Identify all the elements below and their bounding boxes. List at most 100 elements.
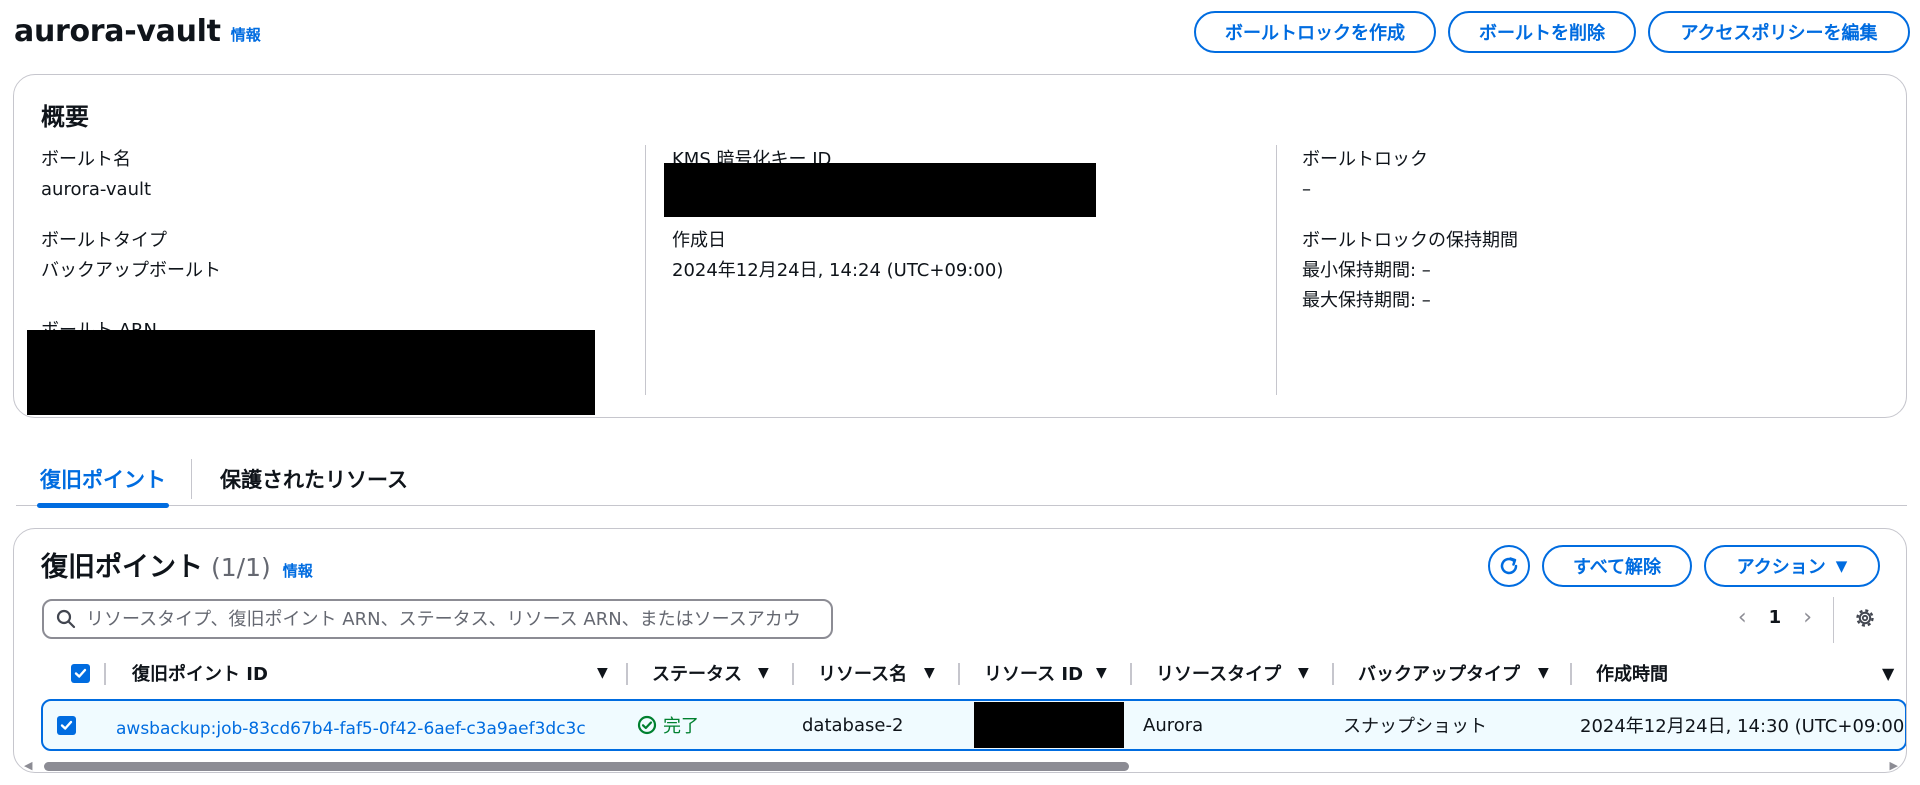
column-label: リソース ID <box>984 664 1084 685</box>
vault-lock-label: ボールトロック <box>1302 149 1428 170</box>
delete-vault-button[interactable]: ボールトを削除 <box>1448 11 1636 53</box>
checkbox[interactable] <box>71 663 90 683</box>
column-header-status[interactable]: ステータス <box>652 651 742 695</box>
redacted-kms-key <box>664 163 1096 217</box>
column-divider <box>1130 663 1132 685</box>
edit-access-policy-button[interactable]: アクセスポリシーを編集 <box>1648 11 1910 53</box>
overview-column-3: ボールトロック – ボールトロックの保持期間 最小保持期間: – 最大保持期間:… <box>1302 145 1902 337</box>
recovery-points-count: (1/1) <box>211 553 271 582</box>
recovery-point-id-link[interactable]: awsbackup:job-83cd67b4-faf5-0f42-6aef-c3… <box>116 705 586 753</box>
check-icon <box>60 720 73 730</box>
backup-type-cell: スナップショット <box>1343 716 1487 737</box>
tab-divider <box>191 459 192 499</box>
clear-all-button[interactable]: すべて解除 <box>1542 545 1692 587</box>
page-header: aurora-vault 情報 <box>14 8 261 54</box>
created-value: 2024年12月24日, 14:24 (UTC+09:00) <box>672 260 1004 281</box>
scrollbar-thumb[interactable] <box>44 762 1129 771</box>
vault-type-label: ボールトタイプ <box>41 230 167 251</box>
create-vault-lock-button[interactable]: ボールトロックを作成 <box>1194 11 1436 53</box>
column-divider <box>1570 663 1572 685</box>
column-header-creation-time[interactable]: 作成時間 <box>1596 651 1668 695</box>
sort-icon[interactable]: ▼ <box>924 651 935 695</box>
sort-icon[interactable]: ▼ <box>1538 651 1549 695</box>
column-label: リソース名 <box>818 664 908 685</box>
column-header-resource-name[interactable]: リソース名 <box>818 651 907 695</box>
actions-dropdown[interactable]: アクション ▼ <box>1704 545 1880 587</box>
sort-icon[interactable]: ▼ <box>1298 651 1309 695</box>
column-divider <box>626 663 628 685</box>
status-cell: 完了 <box>637 701 699 749</box>
recovery-points-actions: すべて解除 アクション ▼ <box>1488 545 1880 587</box>
column-label: ステータス <box>652 664 742 685</box>
vault-type-field: ボールトタイプ バックアップボールト <box>41 226 641 286</box>
resource-name-cell: database-2 <box>802 714 904 736</box>
refresh-icon <box>1500 557 1518 575</box>
actions-label: アクション <box>1736 557 1826 578</box>
table-row[interactable]: awsbackup:job-83cd67b4-faf5-0f42-6aef-c3… <box>41 699 1907 753</box>
sort-icon[interactable]: ▼ <box>597 651 608 695</box>
active-tab-indicator <box>37 503 169 508</box>
column-divider <box>104 663 106 685</box>
column-divider <box>1332 663 1334 685</box>
scroll-left-icon[interactable]: ◀ <box>24 759 32 772</box>
created-label: 作成日 <box>672 230 726 251</box>
info-link[interactable]: 情報 <box>283 560 313 581</box>
search-box <box>42 599 833 639</box>
scroll-right-icon[interactable]: ▶ <box>1890 759 1898 772</box>
retention-label: ボールトロックの保持期間 <box>1302 230 1518 251</box>
max-retention-value: 最大保持期間: – <box>1302 290 1431 311</box>
min-retention-value: 最小保持期間: – <box>1302 260 1431 281</box>
vault-type-value: バックアップボールト <box>41 260 221 281</box>
redacted-resource-id <box>974 702 1124 748</box>
select-all-checkbox[interactable] <box>71 651 90 695</box>
sort-icon[interactable]: ▼ <box>758 651 769 695</box>
vault-name-value: aurora-vault <box>41 179 152 200</box>
check-icon <box>74 668 87 678</box>
column-divider <box>792 663 794 685</box>
success-check-icon <box>637 715 657 735</box>
column-label: リソースタイプ <box>1156 664 1282 685</box>
row-checkbox[interactable] <box>57 701 76 749</box>
search-icon <box>56 609 76 629</box>
current-page[interactable]: 1 <box>1769 607 1782 628</box>
column-label: バックアップタイプ <box>1358 664 1520 685</box>
tab-bar: 復旧ポイント 保護されたリソース <box>16 452 1907 508</box>
next-page-icon[interactable]: › <box>1803 605 1812 630</box>
checkbox[interactable] <box>57 715 76 735</box>
refresh-button[interactable] <box>1488 545 1530 587</box>
status-text: 完了 <box>663 716 699 737</box>
info-link[interactable]: 情報 <box>231 24 261 45</box>
sort-icon[interactable]: ▼ <box>1096 651 1107 695</box>
gear-icon <box>1856 609 1874 627</box>
horizontal-scrollbar[interactable]: ◀ ▶ <box>24 759 1898 772</box>
tab-recovery-points[interactable]: 復旧ポイント <box>37 452 169 508</box>
overview-divider <box>1276 145 1277 395</box>
vault-name-label: ボールト名 <box>41 149 131 170</box>
column-header-resource-id[interactable]: リソース ID <box>984 651 1083 695</box>
tab-label: 保護されたリソース <box>220 468 408 492</box>
table-settings-button[interactable] <box>1854 607 1876 634</box>
recovery-points-header: 復旧ポイント (1/1) 情報 <box>41 545 313 584</box>
column-label: 作成時間 <box>1596 664 1668 685</box>
created-field: 作成日 2024年12月24日, 14:24 (UTC+09:00) <box>672 226 1272 286</box>
redacted-vault-arn <box>27 330 595 415</box>
pagination-divider <box>1833 597 1834 643</box>
overview-card: 概要 ボールト名 aurora-vault ボールトタイプ バックアップボールト… <box>13 74 1907 418</box>
creation-time-cell: 2024年12月24日, 14:30 (UTC+09:00) <box>1580 716 1907 737</box>
column-divider <box>958 663 960 685</box>
search-input[interactable] <box>86 608 816 630</box>
status-badge: 完了 <box>637 712 699 738</box>
column-header-recovery-point-id[interactable]: 復旧ポイント ID <box>132 651 268 695</box>
resource-type-cell: Aurora <box>1143 714 1204 736</box>
prev-page-icon[interactable]: ‹ <box>1738 605 1747 630</box>
sort-desc-icon[interactable]: ▼ <box>1882 651 1894 695</box>
header-actions: ボールトロックを作成 ボールトを削除 アクセスポリシーを編集 <box>1194 11 1910 53</box>
recovery-points-card: 復旧ポイント (1/1) 情報 すべて解除 アクション ▼ ‹ 1 › <box>13 528 1907 773</box>
overview-title: 概要 <box>41 103 89 131</box>
tab-protected-resources[interactable]: 保護されたリソース <box>220 452 408 506</box>
pagination: ‹ 1 › <box>1738 605 1812 630</box>
tab-label: 復旧ポイント <box>40 468 166 492</box>
recovery-points-title: 復旧ポイント <box>41 552 203 583</box>
column-header-backup-type[interactable]: バックアップタイプ <box>1358 651 1520 695</box>
column-header-resource-type[interactable]: リソースタイプ <box>1156 651 1281 695</box>
